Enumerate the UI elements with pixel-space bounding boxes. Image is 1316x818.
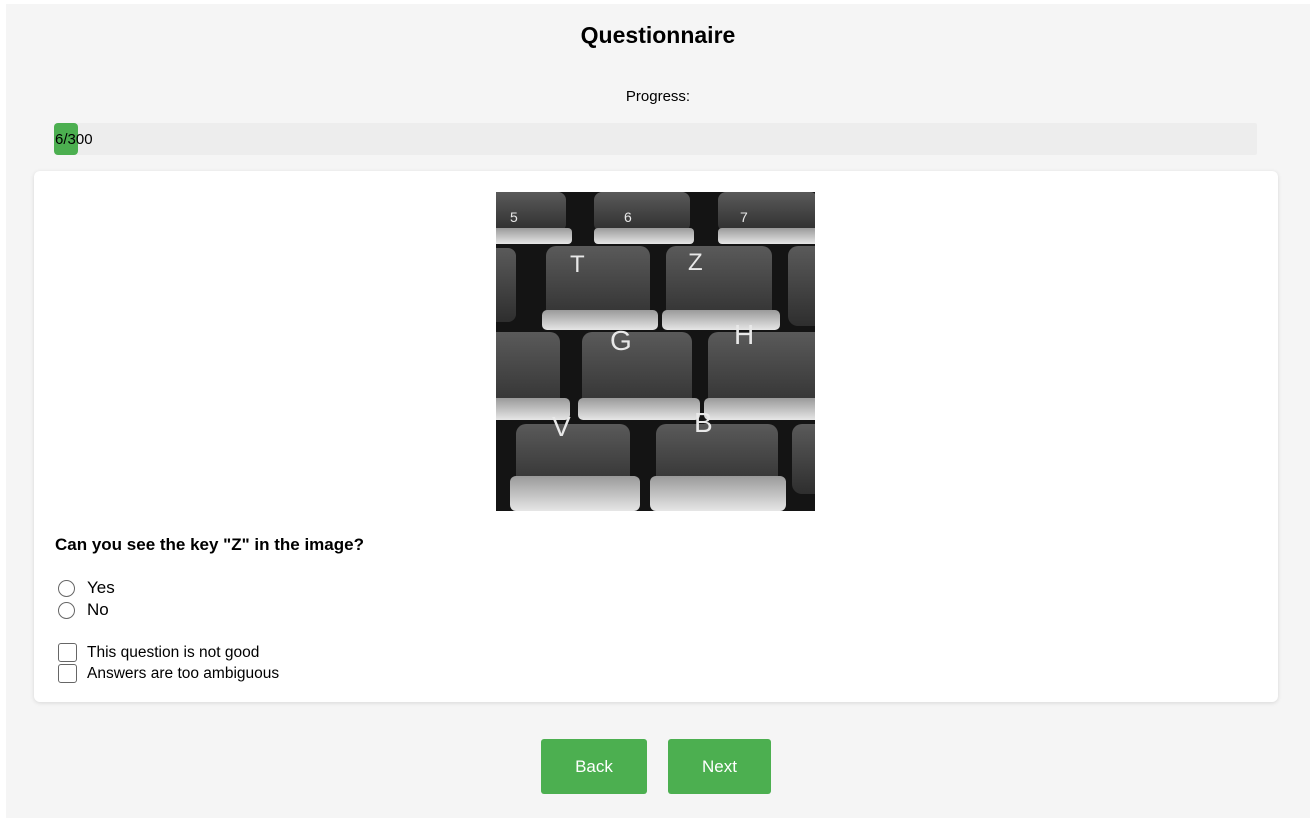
keyboard-photo: 5 6 7 T Z G H V B xyxy=(496,192,815,511)
radio-no[interactable] xyxy=(58,601,75,619)
svg-text:T: T xyxy=(570,251,585,278)
checkbox-not-good[interactable] xyxy=(58,643,77,662)
back-button[interactable]: Back xyxy=(541,739,647,794)
svg-text:7: 7 xyxy=(740,209,748,225)
option-no-label: No xyxy=(87,600,109,619)
question-text: Can you see the key "Z" in the image? xyxy=(55,535,364,554)
svg-text:G: G xyxy=(610,325,632,356)
progress-bar: 6/300 xyxy=(54,123,1257,155)
option-yes-label: Yes xyxy=(87,578,115,597)
svg-text:5: 5 xyxy=(510,209,518,225)
question-image: 5 6 7 T Z G H V B xyxy=(496,192,815,511)
svg-text:B: B xyxy=(694,407,713,438)
flag-ambiguous[interactable]: Answers are too ambiguous xyxy=(58,664,279,683)
svg-text:H: H xyxy=(734,319,754,350)
next-button[interactable]: Next xyxy=(668,739,771,794)
page-title: Questionnaire xyxy=(580,22,736,48)
page: Questionnaire Progress: 6/300 5 6 7 T Z … xyxy=(6,4,1310,818)
progress-text: 6/300 xyxy=(55,131,93,148)
key-row-1 xyxy=(496,192,815,244)
svg-text:Z: Z xyxy=(688,249,703,276)
flag-not-good[interactable]: This question is not good xyxy=(58,643,259,662)
progress-label: Progress: xyxy=(625,88,691,105)
svg-text:6: 6 xyxy=(624,209,632,225)
flag-not-good-label: This question is not good xyxy=(87,643,260,661)
checkbox-ambiguous[interactable] xyxy=(58,664,77,683)
key-row-3 xyxy=(496,332,815,420)
flag-ambiguous-label: Answers are too ambiguous xyxy=(87,664,280,682)
svg-text:V: V xyxy=(552,411,571,442)
radio-yes[interactable] xyxy=(58,579,75,597)
question-card: 5 6 7 T Z G H V B Can you see the key "Z… xyxy=(34,171,1278,702)
option-no[interactable]: No xyxy=(58,600,109,620)
option-yes[interactable]: Yes xyxy=(58,578,115,598)
